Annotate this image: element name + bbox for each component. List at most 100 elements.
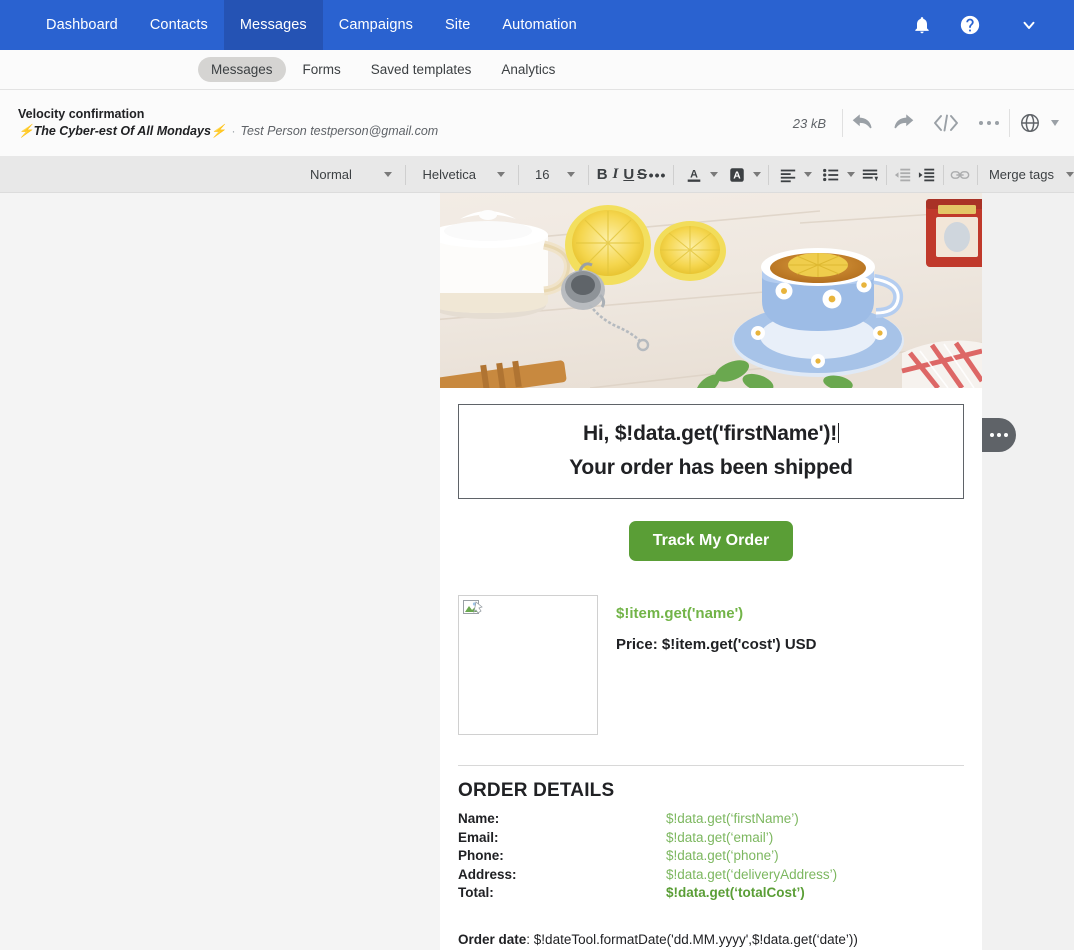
heading-line-2: Your order has been shipped (569, 455, 853, 479)
heading-line-1: Hi, $!data.get('firstName')! (473, 417, 949, 451)
bell-icon[interactable] (898, 0, 946, 50)
email-editor-canvas: Hi, $!data.get('firstName')! Your order … (0, 193, 1074, 950)
product-price[interactable]: Price: $!item.get('cost') USD (616, 636, 817, 653)
nav-label: Contacts (149, 17, 208, 33)
chevron-down-icon (1066, 172, 1074, 177)
align-button[interactable] (775, 162, 813, 188)
bold-button[interactable]: B (596, 162, 609, 188)
heading-block-wrapper: Hi, $!data.get('firstName')! Your order … (440, 388, 1016, 500)
nav-label: Campaigns (338, 17, 414, 33)
nav-item-automation[interactable]: Automation (486, 0, 592, 50)
message-recipient[interactable]: Test Person testperson@gmail.com (240, 124, 438, 139)
meta-label: Order date (458, 931, 527, 947)
language-chevron-down-icon[interactable] (1050, 101, 1064, 145)
nav-item-messages[interactable]: Messages (223, 0, 323, 50)
italic-button[interactable]: I (609, 162, 622, 188)
product-name[interactable]: $!item.get('name') (616, 605, 817, 622)
font-family-select[interactable]: Helvetica (413, 163, 511, 187)
tab-saved-templates[interactable]: Saved templates (358, 57, 485, 82)
table-row: Phone: $!data.get(‘phone’) (458, 847, 964, 865)
highlight-color-icon: A (724, 162, 750, 188)
heading-line-1-text: Hi, $!data.get('firstName')! (582, 422, 838, 445)
text-color-button[interactable]: A (681, 162, 718, 188)
primary-nav-items: Dashboard Contacts Messages Campaigns Si… (30, 0, 593, 50)
meta-value: $!dateTool.formatDate('dd.MM.yyyy',$!dat… (533, 931, 858, 947)
message-size: 23 kB (792, 115, 826, 131)
tab-forms[interactable]: Forms (290, 57, 354, 82)
text-color-icon: A (681, 162, 707, 188)
tab-analytics[interactable]: Analytics (488, 57, 568, 82)
selected-text-block[interactable]: Hi, $!data.get('firstName')! Your order … (458, 404, 964, 500)
strikethrough-button[interactable]: S (635, 162, 648, 188)
underline-button[interactable]: U (622, 162, 635, 188)
text-cursor (838, 423, 840, 443)
secondary-navigation-tabs: Messages Forms Saved templates Analytics (0, 50, 1074, 90)
more-options-dots-icon (990, 433, 1008, 437)
block-options-handle-icon[interactable] (982, 418, 1016, 452)
row-label: Phone: (458, 848, 504, 864)
font-size-value: 16 (535, 167, 550, 182)
row-value: $!data.get(‘firstName’) (666, 811, 799, 827)
nav-item-site[interactable]: Site (429, 0, 486, 50)
more-text-formats-button[interactable]: ••• (649, 162, 667, 188)
nav-item-campaigns[interactable]: Campaigns (323, 0, 429, 50)
message-header-bar: Velocity confirmation ⚡The Cyber-est Of … (0, 90, 1074, 157)
font-family-value: Helvetica (422, 167, 476, 182)
order-details-section: ORDER DETAILS Name: $!data.get(‘firstNam… (440, 735, 982, 902)
account-chevron-down-icon[interactable] (994, 0, 1064, 50)
increase-indent-button[interactable] (918, 162, 936, 188)
row-value: $!data.get(‘totalCost’) (666, 885, 805, 901)
separator-dot: · (231, 123, 236, 138)
insert-link-button[interactable] (950, 162, 970, 188)
divider (405, 164, 406, 185)
nav-item-contacts[interactable]: Contacts (134, 0, 224, 50)
hero-image[interactable] (440, 193, 982, 388)
tab-label: Forms (302, 62, 341, 77)
email-preview: Hi, $!data.get('firstName')! Your order … (440, 193, 1016, 950)
table-row: Name: $!data.get(‘firstName’) (458, 810, 964, 828)
chevron-down-icon (496, 172, 505, 177)
product-image-placeholder[interactable] (458, 595, 598, 736)
paragraph-style-select[interactable]: Normal (300, 163, 398, 187)
svg-text:A: A (733, 170, 741, 181)
row-label: Name: (458, 811, 500, 827)
globe-icon[interactable] (1010, 101, 1050, 145)
track-my-order-button[interactable]: Track My Order (628, 521, 794, 562)
merge-tags-label: Merge tags (988, 167, 1055, 182)
font-size-select[interactable]: 16 (525, 163, 581, 187)
meta-sep: : (526, 931, 534, 947)
redo-icon[interactable] (883, 101, 923, 145)
merge-tags-select[interactable]: Merge tags (985, 167, 1074, 182)
bulleted-list-button[interactable] (818, 162, 856, 188)
product-info: $!item.get('name') Price: $!item.get('co… (616, 595, 817, 735)
order-details-title: ORDER DETAILS (458, 780, 615, 802)
tab-messages[interactable]: Messages (198, 57, 286, 82)
message-meta: Velocity confirmation ⚡The Cyber-est Of … (18, 107, 438, 139)
row-value: $!data.get(‘phone’) (666, 848, 779, 864)
chevron-down-icon (804, 172, 813, 177)
message-subline: ⚡The Cyber-est Of All Mondays⚡ · Test Pe… (18, 123, 438, 139)
top-navigation-bar: Dashboard Contacts Messages Campaigns Si… (0, 0, 1074, 50)
message-subject[interactable]: ⚡The Cyber-est Of All Mondays⚡ (18, 124, 226, 139)
chevron-down-icon (752, 172, 761, 177)
table-row: Email: $!data.get(‘email’) (458, 829, 964, 847)
nav-label: Dashboard (46, 17, 118, 33)
code-icon[interactable] (923, 101, 969, 145)
help-circle-icon[interactable] (946, 0, 994, 50)
row-value: $!data.get(‘email’) (666, 829, 774, 845)
tab-label: Saved templates (370, 62, 472, 77)
line-spacing-button[interactable] (861, 162, 879, 188)
cta-wrapper: Track My Order (440, 499, 982, 562)
tab-label: Messages (211, 62, 273, 77)
bulleted-list-icon (818, 162, 844, 188)
formatting-toolbar: Normal Helvetica 16 B I U S ••• A A Merg… (0, 157, 1074, 193)
nav-item-dashboard[interactable]: Dashboard (30, 0, 134, 50)
divider (588, 164, 589, 185)
more-options-icon[interactable] (969, 101, 1009, 145)
row-label: Email: (458, 829, 499, 845)
meta-line-order-date: Order date: $!dateTool.formatDate('dd.MM… (458, 929, 964, 950)
highlight-color-button[interactable]: A (724, 162, 761, 188)
decrease-indent-button[interactable] (894, 162, 912, 188)
undo-icon[interactable] (843, 101, 883, 145)
table-row: Address: $!data.get(‘deliveryAddress’) (458, 866, 964, 884)
